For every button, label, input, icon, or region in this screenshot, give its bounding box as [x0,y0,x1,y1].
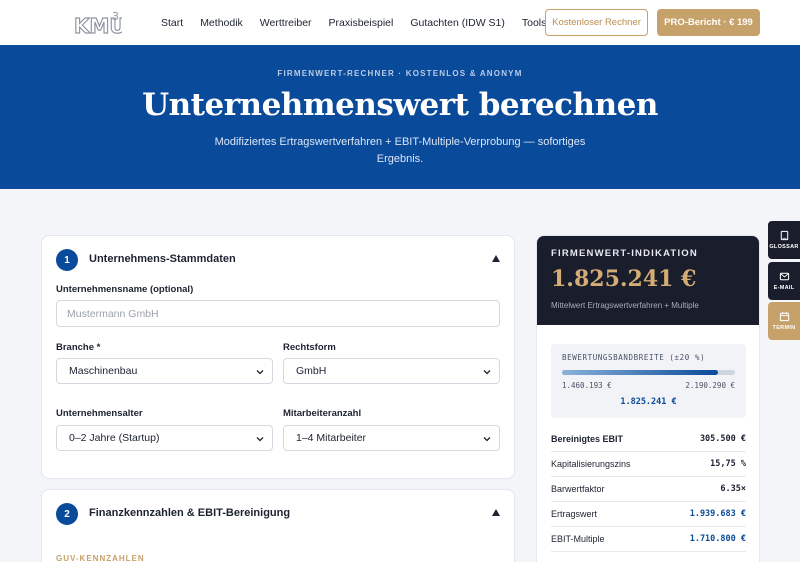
branche-select[interactable]: Maschinenbau [56,358,273,384]
result-row-value: 15,75 % [710,459,746,469]
branche-label: Branche * [56,342,101,353]
result-value: 1.825.241 € [551,266,697,292]
pro-report-button[interactable]: PRO-Bericht · € 199 [657,9,760,36]
nav-gutachten[interactable]: Gutachten (IDW S1) [410,17,505,29]
guv-section-label: GUV-KENNZAHLEN [56,554,145,562]
result-row: Ertragswert 1.939.683 € [551,502,746,527]
mail-icon [779,272,789,281]
result-title: FIRMENWERT-INDIKATION [551,248,698,259]
chevron-down-icon [483,437,491,442]
chevron-down-icon [256,370,264,375]
result-row-value: 1.939.683 € [689,509,746,519]
company-name-label: Unternehmensname (optional) [56,284,194,295]
mitarbeiter-label: Mitarbeiteranzahl [283,408,362,419]
branche-value: Maschinenbau [69,365,138,377]
mitarbeiter-select[interactable]: 1–4 Mitarbeiter [283,425,500,451]
alter-select[interactable]: 0–2 Jahre (Startup) [56,425,273,451]
top-navigation: KMU 3 Start Methodik Werttreiber Praxisb… [0,0,800,45]
range-fill [562,370,718,375]
rechtsform-label: Rechtsform [283,342,336,353]
range-mid: 1.825.241 € [620,397,677,407]
finanzkennzahlen-title: Finanzkennzahlen & EBIT-Bereinigung [89,507,291,519]
collapse-caret-icon[interactable] [492,509,500,516]
result-subtitle: Mittelwert Ertragswertverfahren + Multip… [551,301,699,310]
hero-eyebrow: FIRMENWERT-RECHNER · KOSTENLOS & ANONYM [277,69,523,78]
result-header: FIRMENWERT-INDIKATION 1.825.241 € Mittel… [537,236,759,325]
rechtsform-value: GmbH [296,365,327,377]
result-row: EBIT-Multiple 1.710.800 € [551,527,746,552]
result-row-label: EBIT-Multiple [551,534,605,544]
range-track [562,370,735,375]
dock-termin-label: TERMIN [772,325,796,331]
stammdaten-title: Unternehmens-Stammdaten [89,253,236,265]
chevron-down-icon [256,437,264,442]
rechtsform-select[interactable]: GmbH [283,358,500,384]
company-name-input[interactable]: Mustermann GmbH [56,300,500,327]
dock-termin-button[interactable]: TERMIN [768,302,800,340]
dock-email-label: E-MAIL [773,285,795,291]
dock-glossar-button[interactable]: GLOSSAR [768,221,800,259]
calendar-icon [779,311,789,322]
range-title: BEWERTUNGSBANDBREITE (±20 %) [562,353,706,362]
step-1-badge: 1 [56,249,78,271]
book-icon [780,230,788,241]
alter-label: Unternehmensalter [56,408,143,419]
collapse-caret-icon[interactable] [492,255,500,262]
page-title: Unternehmenswert berechnen [142,87,658,123]
dock-glossar-label: GLOSSAR [769,244,799,250]
svg-text:3: 3 [112,10,119,23]
range-high: 2.190.290 € [685,381,735,390]
hero-subtitle: Modifiziertes Ertragswertverfahren + EBI… [214,136,586,165]
valuation-range-box: BEWERTUNGSBANDBREITE (±20 %) 1.460.193 €… [551,344,746,418]
result-row-label: Kapitalisierungszins [551,459,631,469]
hero-banner: FIRMENWERT-RECHNER · KOSTENLOS & ANONYM … [0,45,800,189]
result-rows: Bereinigtes EBIT 305.500 € Kapitalisierung… [551,427,746,552]
result-row: Bereinigtes EBIT 305.500 € [551,427,746,452]
chevron-down-icon [483,370,491,375]
result-row-label: Ertragswert [551,509,598,519]
dock-email-button[interactable]: E-MAIL [768,262,800,300]
mitarbeiter-value: 1–4 Mitarbeiter [296,432,367,444]
stammdaten-card: 1 Unternehmens-Stammdaten Unternehmensna… [41,235,515,479]
range-low: 1.460.193 € [562,381,612,390]
nav-praxisbeispiel[interactable]: Praxisbeispiel [329,17,394,29]
result-row-value: 1.710.800 € [689,534,746,544]
free-calculator-button[interactable]: Kostenloser Rechner [545,9,648,36]
kmu-logo[interactable]: KMU 3 [74,9,122,37]
nav-tools-label: Tools [521,16,547,29]
nav-methodik[interactable]: Methodik [200,17,243,29]
main-nav: Start Methodik Werttreiber Praxisbeispie… [161,0,557,45]
finanzkennzahlen-card: 2 Finanzkennzahlen & EBIT-Bereinigung GU… [41,489,515,562]
result-panel: FIRMENWERT-INDIKATION 1.825.241 € Mittel… [536,235,760,562]
result-row: Kapitalisierungszins 15,75 % [551,452,746,477]
alter-value: 0–2 Jahre (Startup) [69,432,160,444]
nav-start[interactable]: Start [161,17,183,29]
result-row-value: 6.35× [720,484,746,494]
result-row-label: Bereinigtes EBIT [551,434,624,444]
result-row-label: Barwertfaktor [551,484,605,494]
result-row-value: 305.500 € [699,434,746,444]
nav-werttreiber[interactable]: Werttreiber [260,17,312,29]
step-2-badge: 2 [56,503,78,525]
result-row: Barwertfaktor 6.35× [551,477,746,502]
